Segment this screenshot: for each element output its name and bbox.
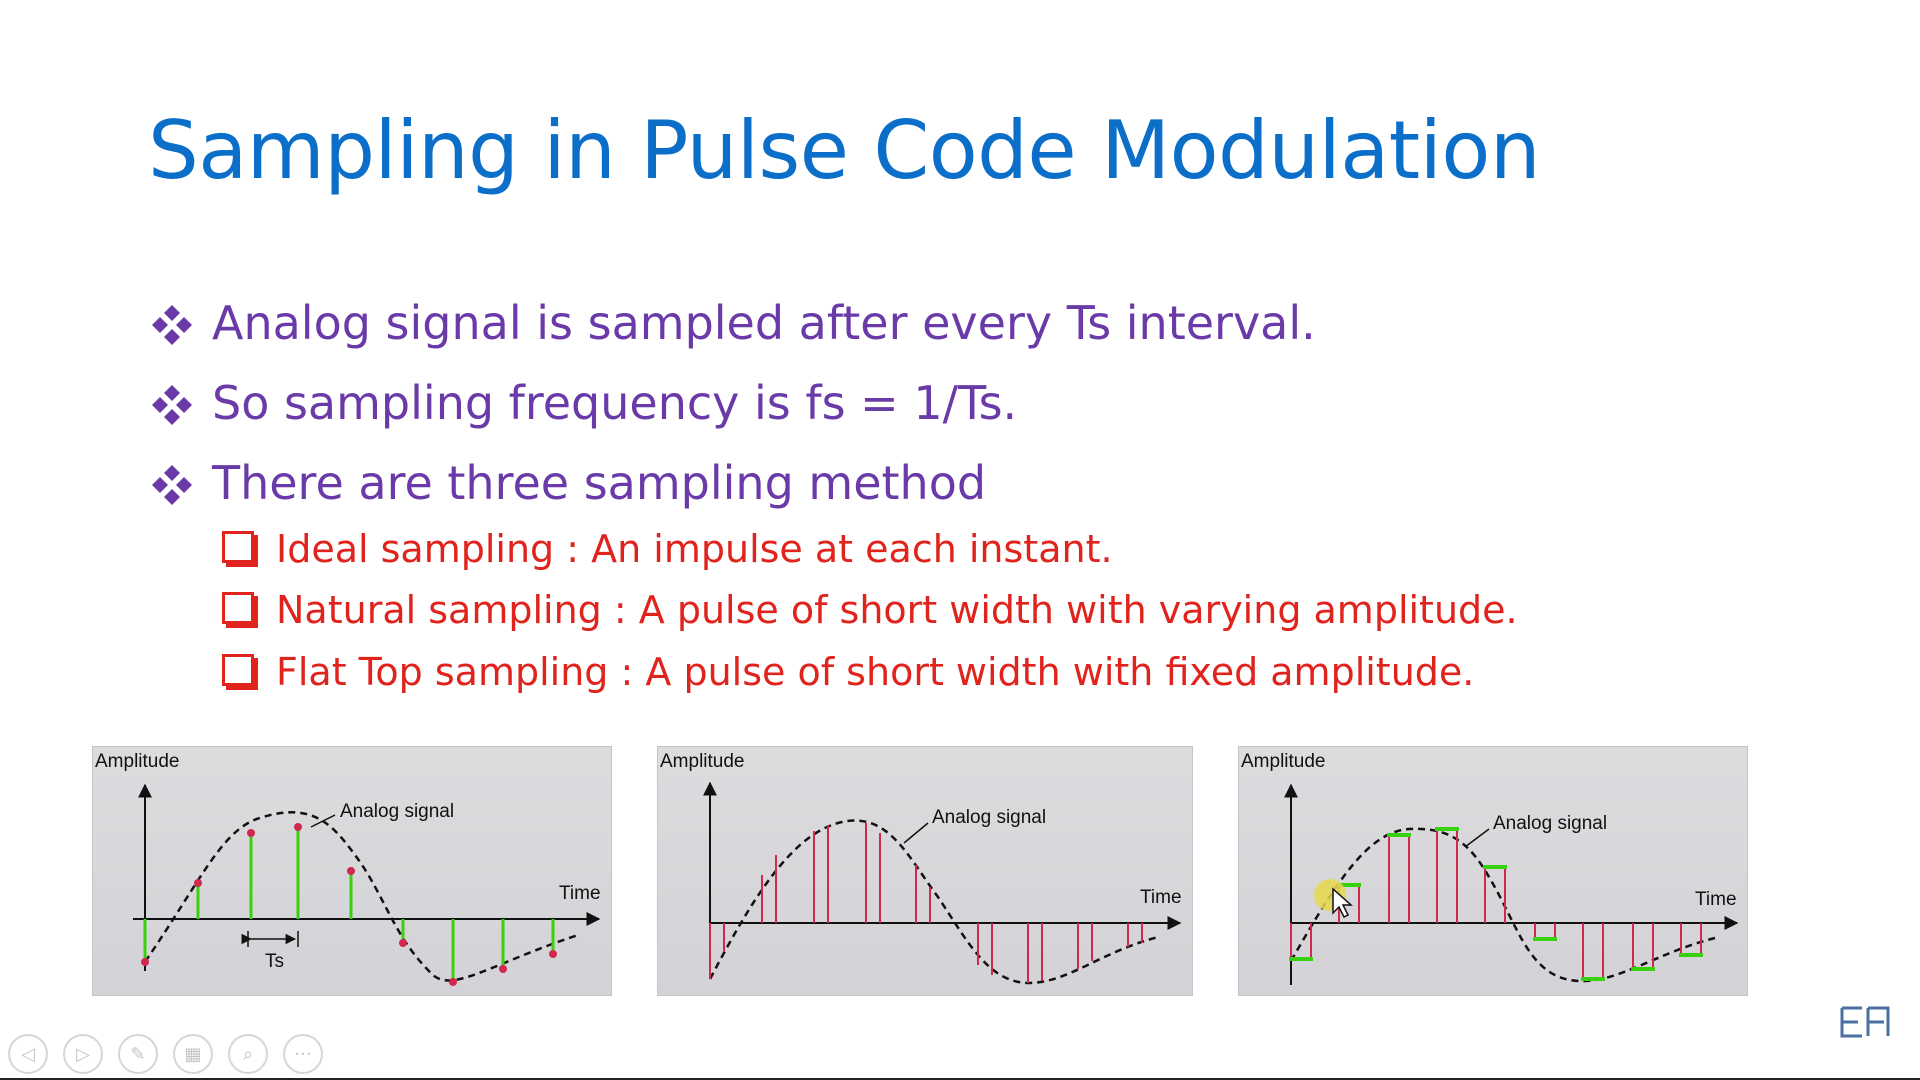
presentation-toolbar: ◁ ▷ ✎ ▦ ⌕ ··· xyxy=(8,1034,323,1074)
diamond-bullet-icon xyxy=(152,305,192,345)
previous-icon: ◁ xyxy=(21,1043,35,1065)
ideal-samples xyxy=(143,827,555,982)
checkbox-bullet-icon xyxy=(222,654,254,686)
previous-slide-button[interactable]: ◁ xyxy=(8,1034,48,1074)
signal-label: Analog signal xyxy=(1493,813,1607,834)
bullet-text: There are three sampling method xyxy=(212,456,987,510)
flat-top-levels xyxy=(1289,827,1703,981)
slides-icon: ▦ xyxy=(184,1043,202,1065)
see-all-slides-button[interactable]: ▦ xyxy=(173,1034,213,1074)
pen-icon: ✎ xyxy=(130,1043,146,1065)
sub-bullet-item: Ideal sampling : An impulse at each inst… xyxy=(222,527,1113,571)
ideal-sampling-diagram: Amplitude Analog signal Time Ts xyxy=(95,751,601,986)
channel-logo-icon xyxy=(1840,1006,1890,1038)
bullet-text: So sampling frequency is fs = 1/Ts. xyxy=(212,376,1018,430)
checkbox-bullet-icon xyxy=(222,531,254,563)
flat-top-pulses xyxy=(1290,829,1702,979)
diamond-bullet-icon xyxy=(152,465,192,505)
x-axis-label: Time xyxy=(1695,889,1737,910)
y-axis-label: Amplitude xyxy=(1241,751,1326,772)
sub-bullet-text: Natural sampling : A pulse of short widt… xyxy=(276,588,1518,632)
ideal-sampling-figure: Amplitude Analog signal Time Ts xyxy=(92,746,612,996)
analog-signal-curve xyxy=(143,811,579,982)
bullet-text: Analog signal is sampled after every Ts … xyxy=(212,296,1316,350)
flat-top-sampling-figure: Amplitude Analog signal Time xyxy=(1238,746,1748,996)
interval-label: Ts xyxy=(265,951,284,972)
bullet-item: Analog signal is sampled after every Ts … xyxy=(150,296,1316,350)
signal-label: Analog signal xyxy=(932,807,1046,828)
signal-label: Analog signal xyxy=(340,801,454,822)
diamond-bullet-icon xyxy=(152,385,192,425)
checkbox-bullet-icon xyxy=(222,592,254,624)
bullet-item: There are three sampling method xyxy=(150,456,986,510)
zoom-icon: ⌕ xyxy=(242,1043,254,1065)
sub-bullet-item: Natural sampling : A pulse of short widt… xyxy=(222,588,1518,632)
slide: Sampling in Pulse Code Modulation Analog… xyxy=(0,0,1920,1080)
next-slide-button[interactable]: ▷ xyxy=(63,1034,103,1074)
slide-title: Sampling in Pulse Code Modulation xyxy=(148,104,1541,197)
y-axis-label: Amplitude xyxy=(95,751,180,772)
natural-sampling-figure: Amplitude Analog signal Time xyxy=(657,746,1193,996)
x-axis-label: Time xyxy=(1140,887,1182,908)
x-axis-label: Time xyxy=(559,883,601,904)
sub-bullet-text: Flat Top sampling : A pulse of short wid… xyxy=(276,650,1475,694)
more-icon: ··· xyxy=(294,1043,312,1065)
bullet-item: So sampling frequency is fs = 1/Ts. xyxy=(150,376,1017,430)
sub-bullet-item: Flat Top sampling : A pulse of short wid… xyxy=(222,650,1474,694)
flat-top-sampling-diagram: Amplitude Analog signal Time xyxy=(1241,751,1739,985)
next-icon: ▷ xyxy=(76,1043,90,1065)
analog-signal-curve xyxy=(708,819,1159,985)
natural-sample-pulses xyxy=(709,823,1143,983)
more-options-button[interactable]: ··· xyxy=(283,1034,323,1074)
natural-sampling-diagram: Amplitude Analog signal Time xyxy=(660,751,1182,985)
y-axis-label: Amplitude xyxy=(660,751,745,772)
zoom-button[interactable]: ⌕ xyxy=(228,1034,268,1074)
sub-bullet-text: Ideal sampling : An impulse at each inst… xyxy=(276,527,1113,571)
pen-tool-button[interactable]: ✎ xyxy=(118,1034,158,1074)
